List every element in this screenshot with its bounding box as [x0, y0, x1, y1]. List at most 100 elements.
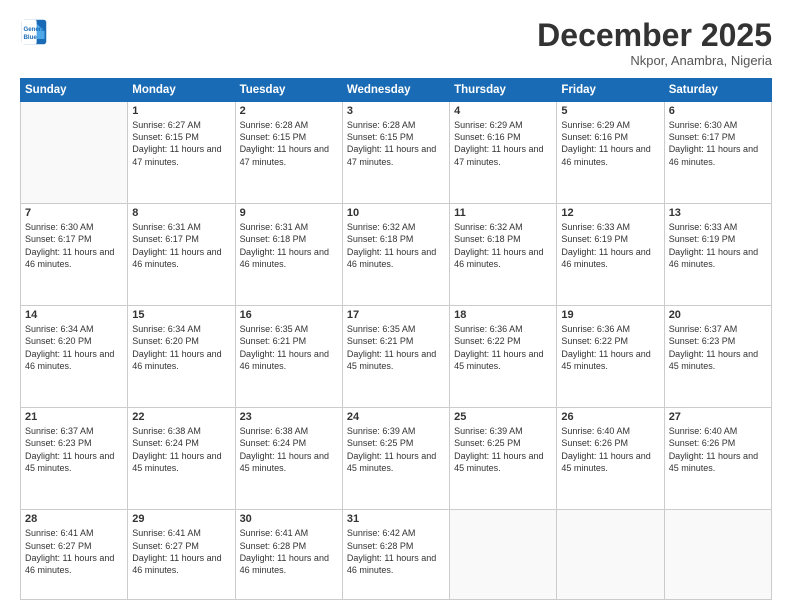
cell-info: Sunrise: 6:37 AMSunset: 6:23 PMDaylight:…: [669, 323, 767, 372]
calendar-cell: 11Sunrise: 6:32 AMSunset: 6:18 PMDayligh…: [450, 204, 557, 306]
svg-text:General: General: [24, 26, 47, 33]
cell-info: Sunrise: 6:41 AMSunset: 6:27 PMDaylight:…: [132, 527, 230, 576]
calendar-cell: [21, 102, 128, 204]
weekday-header-friday: Friday: [557, 79, 664, 102]
day-number: 4: [454, 105, 552, 117]
svg-text:Blue: Blue: [24, 34, 38, 41]
weekday-header-saturday: Saturday: [664, 79, 771, 102]
cell-info: Sunrise: 6:31 AMSunset: 6:17 PMDaylight:…: [132, 221, 230, 270]
day-number: 10: [347, 207, 445, 219]
cell-info: Sunrise: 6:34 AMSunset: 6:20 PMDaylight:…: [132, 323, 230, 372]
cell-info: Sunrise: 6:42 AMSunset: 6:28 PMDaylight:…: [347, 527, 445, 576]
day-number: 20: [669, 309, 767, 321]
calendar-cell: 23Sunrise: 6:38 AMSunset: 6:24 PMDayligh…: [235, 408, 342, 510]
calendar-cell: 8 Sunrise: 6:31 AMSunset: 6:17 PMDaylight…: [128, 204, 235, 306]
day-number: 3: [347, 105, 445, 117]
calendar-cell: 1Sunrise: 6:27 AMSunset: 6:15 PMDaylight…: [128, 102, 235, 204]
cell-info: Sunrise: 6:41 AMSunset: 6:28 PMDaylight:…: [240, 527, 338, 576]
calendar-cell: 28 Sunrise: 6:41 AMSunset: 6:27 PMDayligh…: [21, 510, 128, 600]
calendar-cell: 27 Sunrise: 6:40 AMSunset: 6:26 PMDayligh…: [664, 408, 771, 510]
calendar-week-row: 28 Sunrise: 6:41 AMSunset: 6:27 PMDayligh…: [21, 510, 772, 600]
calendar-cell: 13 Sunrise: 6:33 AMSunset: 6:19 PMDayligh…: [664, 204, 771, 306]
cell-info: Sunrise: 6:38 AMSunset: 6:24 PMDaylight:…: [240, 425, 338, 474]
calendar-cell: 30 Sunrise: 6:41 AMSunset: 6:28 PMDayligh…: [235, 510, 342, 600]
calendar-cell: 20 Sunrise: 6:37 AMSunset: 6:23 PMDayligh…: [664, 306, 771, 408]
calendar-week-row: 14 Sunrise: 6:34 AMSunset: 6:20 PMDayligh…: [21, 306, 772, 408]
cell-info: Sunrise: 6:28 AMSunset: 6:15 PMDaylight:…: [347, 119, 445, 168]
calendar-week-row: 21 Sunrise: 6:37 AMSunset: 6:23 PMDayligh…: [21, 408, 772, 510]
day-number: 8: [132, 207, 230, 219]
calendar-header-row: SundayMondayTuesdayWednesdayThursdayFrid…: [21, 79, 772, 102]
cell-info: Sunrise: 6:29 AMSunset: 6:16 PMDaylight:…: [561, 119, 659, 168]
calendar-cell: 25 Sunrise: 6:39 AMSunset: 6:25 PMDayligh…: [450, 408, 557, 510]
day-number: 17: [347, 309, 445, 321]
calendar-cell: 19 Sunrise: 6:36 AMSunset: 6:22 PMDayligh…: [557, 306, 664, 408]
day-number: 25: [454, 411, 552, 423]
calendar-cell: 14 Sunrise: 6:34 AMSunset: 6:20 PMDayligh…: [21, 306, 128, 408]
calendar-cell: 7 Sunrise: 6:30 AMSunset: 6:17 PMDaylight…: [21, 204, 128, 306]
calendar-cell: 4Sunrise: 6:29 AMSunset: 6:16 PMDaylight…: [450, 102, 557, 204]
day-number: 16: [240, 309, 338, 321]
calendar-cell: [450, 510, 557, 600]
day-number: 24: [347, 411, 445, 423]
cell-info: Sunrise: 6:41 AMSunset: 6:27 PMDaylight:…: [25, 527, 123, 576]
calendar-cell: 3 Sunrise: 6:28 AMSunset: 6:15 PMDaylight…: [342, 102, 449, 204]
calendar-cell: [664, 510, 771, 600]
calendar-cell: 16 Sunrise: 6:35 AMSunset: 6:21 PMDayligh…: [235, 306, 342, 408]
day-number: 6: [669, 105, 767, 117]
day-number: 5: [561, 105, 659, 117]
day-number: 2: [240, 105, 338, 117]
day-number: 14: [25, 309, 123, 321]
calendar-week-row: 7 Sunrise: 6:30 AMSunset: 6:17 PMDaylight…: [21, 204, 772, 306]
day-number: 1: [132, 105, 230, 117]
cell-info: Sunrise: 6:36 AMSunset: 6:22 PMDaylight:…: [454, 323, 552, 372]
weekday-header-monday: Monday: [128, 79, 235, 102]
calendar-cell: 29Sunrise: 6:41 AMSunset: 6:27 PMDayligh…: [128, 510, 235, 600]
calendar-cell: 17 Sunrise: 6:35 AMSunset: 6:21 PMDayligh…: [342, 306, 449, 408]
header: General Blue December 2025 Nkpor, Anambr…: [20, 18, 772, 68]
day-number: 7: [25, 207, 123, 219]
weekday-header-wednesday: Wednesday: [342, 79, 449, 102]
month-title: December 2025: [537, 18, 772, 53]
cell-info: Sunrise: 6:32 AMSunset: 6:18 PMDaylight:…: [454, 221, 552, 270]
calendar-table: SundayMondayTuesdayWednesdayThursdayFrid…: [20, 78, 772, 600]
cell-info: Sunrise: 6:32 AMSunset: 6:18 PMDaylight:…: [347, 221, 445, 270]
cell-info: Sunrise: 6:36 AMSunset: 6:22 PMDaylight:…: [561, 323, 659, 372]
location-subtitle: Nkpor, Anambra, Nigeria: [537, 53, 772, 68]
cell-info: Sunrise: 6:28 AMSunset: 6:15 PMDaylight:…: [240, 119, 338, 168]
day-number: 22: [132, 411, 230, 423]
logo-icon: General Blue: [20, 18, 48, 46]
day-number: 27: [669, 411, 767, 423]
day-number: 12: [561, 207, 659, 219]
cell-info: Sunrise: 6:33 AMSunset: 6:19 PMDaylight:…: [669, 221, 767, 270]
cell-info: Sunrise: 6:30 AMSunset: 6:17 PMDaylight:…: [25, 221, 123, 270]
day-number: 31: [347, 513, 445, 525]
day-number: 9: [240, 207, 338, 219]
day-number: 19: [561, 309, 659, 321]
cell-info: Sunrise: 6:37 AMSunset: 6:23 PMDaylight:…: [25, 425, 123, 474]
cell-info: Sunrise: 6:30 AMSunset: 6:17 PMDaylight:…: [669, 119, 767, 168]
day-number: 13: [669, 207, 767, 219]
day-number: 30: [240, 513, 338, 525]
day-number: 28: [25, 513, 123, 525]
cell-info: Sunrise: 6:34 AMSunset: 6:20 PMDaylight:…: [25, 323, 123, 372]
calendar-cell: 9Sunrise: 6:31 AMSunset: 6:18 PMDaylight…: [235, 204, 342, 306]
cell-info: Sunrise: 6:35 AMSunset: 6:21 PMDaylight:…: [347, 323, 445, 372]
calendar-cell: 24 Sunrise: 6:39 AMSunset: 6:25 PMDayligh…: [342, 408, 449, 510]
calendar-week-row: 1Sunrise: 6:27 AMSunset: 6:15 PMDaylight…: [21, 102, 772, 204]
cell-info: Sunrise: 6:39 AMSunset: 6:25 PMDaylight:…: [347, 425, 445, 474]
page: General Blue December 2025 Nkpor, Anambr…: [0, 0, 792, 612]
weekday-header-thursday: Thursday: [450, 79, 557, 102]
calendar-cell: 6 Sunrise: 6:30 AMSunset: 6:17 PMDaylight…: [664, 102, 771, 204]
cell-info: Sunrise: 6:40 AMSunset: 6:26 PMDaylight:…: [669, 425, 767, 474]
day-number: 21: [25, 411, 123, 423]
calendar-cell: 31 Sunrise: 6:42 AMSunset: 6:28 PMDayligh…: [342, 510, 449, 600]
weekday-header-tuesday: Tuesday: [235, 79, 342, 102]
day-number: 26: [561, 411, 659, 423]
cell-info: Sunrise: 6:38 AMSunset: 6:24 PMDaylight:…: [132, 425, 230, 474]
title-block: December 2025 Nkpor, Anambra, Nigeria: [537, 18, 772, 68]
cell-info: Sunrise: 6:35 AMSunset: 6:21 PMDaylight:…: [240, 323, 338, 372]
calendar-cell: 5 Sunrise: 6:29 AMSunset: 6:16 PMDaylight…: [557, 102, 664, 204]
cell-info: Sunrise: 6:39 AMSunset: 6:25 PMDaylight:…: [454, 425, 552, 474]
weekday-header-sunday: Sunday: [21, 79, 128, 102]
